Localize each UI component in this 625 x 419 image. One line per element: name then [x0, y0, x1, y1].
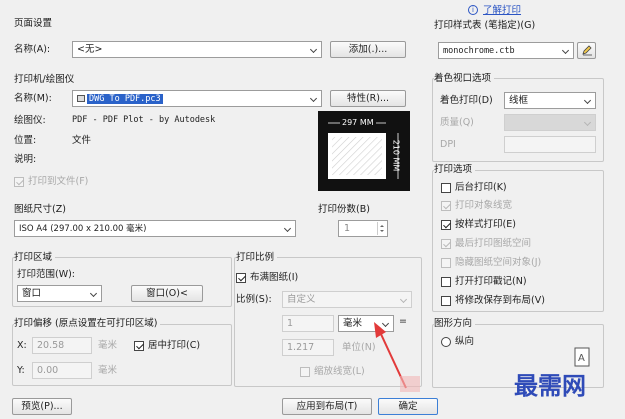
plot-stamp-label: 打开打印戳记(N)	[455, 276, 527, 287]
scale-lineweights-checkbox[interactable]	[300, 367, 310, 377]
scale-label: 比例(S):	[236, 294, 272, 305]
hide-paperspace-objects-checkbox[interactable]	[441, 258, 451, 268]
plot-range-select[interactable]: 窗口	[17, 285, 102, 302]
plot-area-title: 打印区域	[14, 251, 56, 264]
background-plot-checkbox[interactable]	[441, 183, 451, 193]
page-setup-name-select[interactable]: <无>	[72, 41, 322, 58]
shade-plot-label: 着色打印(D)	[440, 95, 493, 106]
print-to-file-label: 打印到文件(F)	[28, 176, 89, 187]
scale-select[interactable]: 自定义	[282, 291, 412, 308]
preview-button[interactable]: 预览(P)...	[12, 398, 72, 415]
preview-height-label: 210 MM	[391, 139, 401, 172]
plot-style-table-select[interactable]: monochrome.ctb	[438, 42, 574, 59]
pencil-icon	[581, 44, 593, 56]
scale-value1-input[interactable]: 1	[282, 315, 334, 332]
print-to-file-checkbox[interactable]	[14, 177, 24, 187]
ok-button[interactable]: 确定	[378, 398, 438, 415]
printer-icon	[77, 95, 85, 102]
hide-paperspace-objects-label: 隐藏图纸空间对象(J)	[455, 257, 542, 268]
dpi-label: DPI	[440, 139, 456, 150]
plot-lineweights-checkbox[interactable]	[441, 201, 451, 211]
page-setup-name-label: 名称(A):	[14, 44, 51, 55]
scale-lineweights-label: 缩放线宽(L)	[314, 366, 365, 377]
location-value: 文件	[72, 135, 92, 146]
printer-title: 打印机/绘图仪	[14, 74, 75, 85]
plot-lineweights-label: 打印对象线宽	[455, 200, 513, 211]
scale-value2-input[interactable]: 1.217	[282, 339, 334, 356]
offset-x-input[interactable]: 20.58	[32, 337, 92, 354]
offset-y-unit: 毫米	[98, 365, 118, 376]
center-plot-label: 居中打印(C)	[148, 340, 201, 351]
offset-y-label: Y:	[17, 365, 25, 376]
description-label: 说明:	[14, 154, 37, 165]
plot-paperspace-last-label: 最后打印图纸空间	[455, 238, 532, 249]
plotter-value: PDF - PDF Plot - by Autodesk	[72, 115, 216, 125]
svg-text:A: A	[578, 353, 585, 364]
orientation-title: 图形方向	[434, 317, 476, 330]
paper-size-title: 图纸尺寸(Z)	[14, 204, 66, 215]
shaded-viewport-title: 着色视口选项	[434, 72, 495, 85]
save-changes-to-layout-label: 将修改保存到布局(V)	[455, 295, 545, 306]
annotation-arrow	[374, 322, 420, 392]
printer-properties-button[interactable]: 特性(R)...	[330, 90, 406, 107]
offset-x-label: X:	[17, 340, 27, 351]
apply-to-layout-button[interactable]: 应用到布局(T)	[282, 398, 372, 415]
edit-plot-style-button[interactable]	[577, 42, 596, 59]
copies-spinner[interactable]: 1	[338, 220, 388, 237]
portrait-label: 纵向	[455, 336, 475, 347]
save-changes-to-layout-checkbox[interactable]	[441, 296, 451, 306]
plot-with-styles-checkbox[interactable]	[441, 220, 451, 230]
dpi-input[interactable]	[504, 136, 596, 153]
paper-preview: 297 MM 210 MM	[318, 111, 410, 191]
plot-stamp-checkbox[interactable]	[441, 277, 451, 287]
quality-select[interactable]	[504, 114, 596, 131]
site-watermark: 最需网	[514, 371, 586, 400]
offset-y-input[interactable]: 0.00	[32, 362, 92, 379]
plotter-label: 绘图仪:	[14, 115, 46, 126]
fit-to-paper-label: 布满图纸(I)	[250, 272, 299, 283]
offset-x-unit: 毫米	[98, 340, 118, 351]
plot-style-table-title: 打印样式表 (笔指定)(G)	[434, 20, 536, 31]
portrait-radio[interactable]	[441, 337, 451, 347]
background-plot-label: 后台打印(K)	[455, 182, 507, 193]
help-link[interactable]: 了解打印	[483, 4, 521, 17]
plot-offset-title: 打印偏移 (原点设置在可打印区域)	[14, 317, 161, 330]
plot-options-title: 打印选项	[434, 163, 476, 176]
copies-title: 打印份数(B)	[318, 204, 370, 215]
center-plot-checkbox[interactable]	[134, 341, 144, 351]
page-setup-title: 页面设置	[14, 18, 53, 29]
printer-name-label: 名称(M):	[14, 93, 52, 104]
help-area[interactable]: i 了解打印	[468, 4, 548, 18]
info-icon: i	[468, 5, 478, 15]
plot-range-label: 打印范围(W):	[17, 269, 76, 280]
window-select-button[interactable]: 窗口(O)<	[131, 285, 203, 302]
fit-to-paper-checkbox[interactable]	[236, 273, 246, 283]
plot-paperspace-last-checkbox[interactable]	[441, 239, 451, 249]
preview-width-label: 297 MM	[340, 116, 376, 129]
add-page-setup-button[interactable]: 添加(.)...	[330, 41, 406, 58]
plot-scale-title: 打印比例	[236, 251, 278, 264]
location-label: 位置:	[14, 135, 37, 146]
quality-label: 质量(Q)	[440, 117, 474, 128]
plot-with-styles-label: 按样式打印(E)	[455, 219, 516, 230]
orientation-page-icon: A	[572, 346, 594, 368]
printer-name-select[interactable]: DWG To PDF.pc3	[72, 90, 322, 107]
paper-size-select[interactable]: ISO A4 (297.00 x 210.00 毫米)	[14, 220, 296, 237]
copies-spin-arrows[interactable]	[377, 222, 386, 235]
shade-plot-select[interactable]: 线框	[504, 92, 596, 109]
